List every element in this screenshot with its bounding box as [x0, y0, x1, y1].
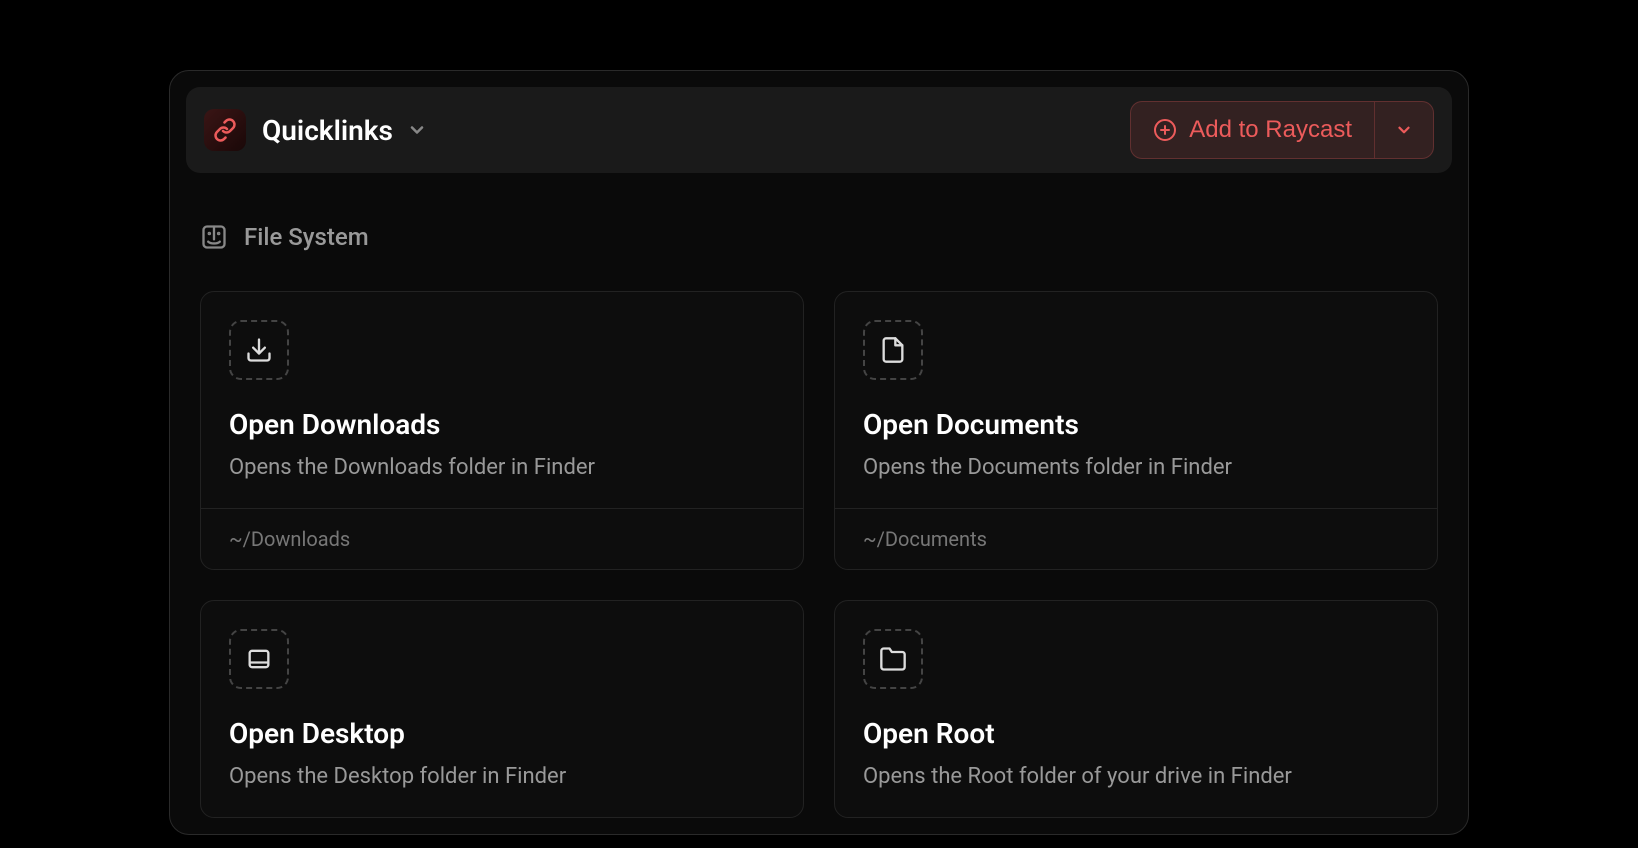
header-left-group: Quicklinks — [204, 109, 427, 151]
section-header: File System — [200, 223, 1438, 251]
card-icon-box — [229, 320, 289, 380]
quicklink-card-downloads[interactable]: Open Downloads Opens the Downloads folde… — [200, 291, 804, 570]
finder-icon — [200, 223, 228, 251]
card-body: Open Desktop Opens the Desktop folder in… — [201, 601, 803, 817]
card-path: ~/Documents — [835, 508, 1437, 569]
card-body: Open Root Opens the Root folder of your … — [835, 601, 1437, 817]
app-window: Quicklinks Add to Raycast — [169, 70, 1469, 835]
card-body: Open Documents Opens the Documents folde… — [835, 292, 1437, 508]
chevron-down-icon — [407, 120, 427, 140]
section-title: File System — [244, 223, 369, 251]
title-dropdown[interactable]: Quicklinks — [262, 114, 427, 147]
document-icon — [879, 336, 907, 364]
card-description: Opens the Desktop folder in Finder — [229, 764, 775, 789]
download-icon — [245, 336, 273, 364]
header-bar: Quicklinks Add to Raycast — [186, 87, 1452, 173]
app-title: Quicklinks — [262, 114, 393, 147]
card-title: Open Downloads — [229, 408, 775, 441]
card-icon-box — [863, 629, 923, 689]
cards-grid: Open Downloads Opens the Downloads folde… — [200, 291, 1438, 818]
add-button-label: Add to Raycast — [1189, 116, 1352, 144]
card-title: Open Documents — [863, 408, 1409, 441]
card-icon-box — [229, 629, 289, 689]
add-to-raycast-button[interactable]: Add to Raycast — [1131, 102, 1374, 158]
card-title: Open Root — [863, 717, 1409, 750]
link-icon — [213, 118, 237, 142]
quicklink-card-documents[interactable]: Open Documents Opens the Documents folde… — [834, 291, 1438, 570]
quicklink-card-desktop[interactable]: Open Desktop Opens the Desktop folder in… — [200, 600, 804, 818]
app-icon — [204, 109, 246, 151]
card-icon-box — [863, 320, 923, 380]
quicklink-card-root[interactable]: Open Root Opens the Root folder of your … — [834, 600, 1438, 818]
plus-circle-icon — [1153, 118, 1177, 142]
content-area: File System Open Downloads Opens the Dow… — [186, 173, 1452, 818]
card-description: Opens the Root folder of your drive in F… — [863, 764, 1409, 789]
add-dropdown-button[interactable] — [1374, 102, 1433, 158]
card-title: Open Desktop — [229, 717, 775, 750]
chevron-down-icon — [1395, 121, 1413, 139]
add-button-group: Add to Raycast — [1130, 101, 1434, 159]
card-description: Opens the Downloads folder in Finder — [229, 455, 775, 480]
card-body: Open Downloads Opens the Downloads folde… — [201, 292, 803, 508]
desktop-icon — [245, 645, 273, 673]
card-description: Opens the Documents folder in Finder — [863, 455, 1409, 480]
folder-icon — [879, 645, 907, 673]
card-path: ~/Downloads — [201, 508, 803, 569]
